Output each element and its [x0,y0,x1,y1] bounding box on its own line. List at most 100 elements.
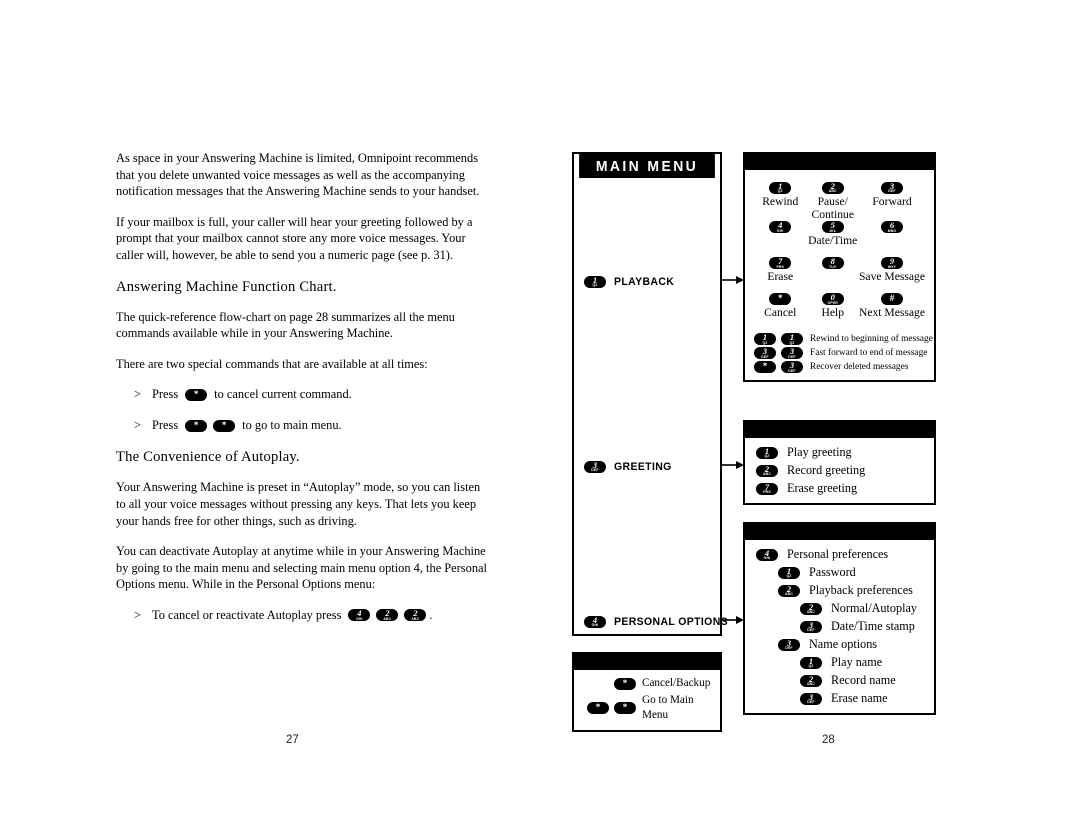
key-sublabel: DEF [888,189,896,194]
page-number-left: 27 [286,734,299,746]
main-menu-label-playback: PLAYBACK [614,276,675,288]
keypad-caption: Rewind [762,195,799,208]
option-label: Record name [831,673,896,687]
key-sublabel: ABC [807,609,815,614]
combo-keys: 3 DEF 3 DEF [754,346,803,360]
keypad-cell[interactable]: 6 MNO [859,220,925,257]
option-row[interactable]: 2 ABC Normal/Autoplay [800,601,927,616]
key-sublabel: GHI [763,555,771,560]
bullet-text-before: To cancel or reactivate Autoplay press [152,607,342,622]
keypad-cell[interactable]: 7 PRS Erase [754,256,806,293]
bullet-marker: > [134,418,141,433]
keypad-cell[interactable]: # Next Message [859,293,925,329]
keypad-cell[interactable]: * Cancel [754,293,806,329]
option-label: Normal/Autoplay [831,601,917,615]
key-2: 2 ABC [756,464,778,477]
combo-text: Rewind to beginning of message [810,334,933,345]
left-text-column: As space in your Answering Machine is li… [116,150,488,638]
option-row[interactable]: 1 QZ Password [778,565,927,580]
option-label: Erase greeting [787,481,858,495]
playback-combo-list: 1 QZ 1 QZ Rewind to beginning of message 3 DEF… [752,329,933,374]
key-1: 1 QZ [778,566,800,579]
key-1: 1 QZ [781,332,803,346]
key-3: 3 DEF [781,360,803,374]
key-digit: * [777,293,783,304]
bullet-toggle-autoplay: > To cancel or reactivate Autoplay press… [116,607,488,624]
main-menu-item-playback[interactable]: 1 QZ PLAYBACK [584,275,679,288]
key-4: 4 GHI [584,615,606,628]
key-sublabel: TUV [829,264,837,269]
keypad-cell[interactable]: 5 JKL Date/Time [806,220,859,257]
option-label: Play name [831,655,883,669]
key-3: 3 DEF [778,638,800,651]
key-sublabel: QZ [777,189,783,194]
option-row[interactable]: 3 DEF Erase name [800,691,927,706]
key-sublabel: PRS [776,264,785,269]
key-sublabel: QZ [592,283,598,288]
keypad-caption: Next Message [858,306,925,320]
key-sublabel: OPER [827,300,838,305]
bullet-marker: > [134,387,141,402]
option-row[interactable]: 3 DEF Date/Time stamp [800,619,927,634]
key-asterisk: * [769,293,792,306]
option-row[interactable]: 3 DEF Name options [778,637,927,652]
key-2: 2 ABC [376,608,399,622]
keypad-cell[interactable]: 9 WXY Save Message [859,256,925,293]
option-label: Record greeting [787,463,866,477]
body-paragraph: There are two special commands that are … [116,356,428,371]
option-label: Date/Time stamp [831,619,915,633]
bullet-text-before: Press [152,387,179,402]
bullet-go-main-menu: > Press * * to go to main menu. [116,417,488,434]
key-4: 4 GHI [769,220,792,234]
keypad-cell[interactable]: 1 QZ Rewind [754,181,806,221]
answering-machine-flowchart: MAIN MENU 1 QZ PLAYBACK 3 DEF GREETING 4 GH… [572,152,936,732]
main-menu-item-greeting[interactable]: 3 DEF GREETING [584,460,677,473]
key-sublabel: QZ [789,340,795,345]
main-menu-item-personal-options[interactable]: 4 GHI PERSONAL OPTIONS [584,615,738,628]
key-asterisk: * [614,702,636,714]
legend-row-go-to-main-menu: * * Go to Main Menu [580,693,714,723]
key-sublabel: ABC [411,616,420,621]
playback-submenu-header-bar [745,154,934,170]
key-3: 3 DEF [800,620,822,633]
keypad-cell[interactable]: 8 TUV [806,256,859,293]
combo-row: 3 DEF 3 DEF Fast forward to end of message [754,346,927,360]
option-row[interactable]: 1 QZ Play greeting [756,445,927,460]
key-digit: # [889,293,895,304]
key-sublabel: QZ [786,573,792,578]
bullet-text-after: to cancel current command. [214,387,352,402]
combo-keys: * 3 DEF [754,360,803,374]
key-3: 3 DEF [754,346,776,360]
keypad-caption: Cancel [764,306,797,320]
keypad-cell[interactable]: 0 OPER Help [806,292,859,329]
key-sublabel: DEF [788,354,796,359]
option-row[interactable]: 2 ABC Playback preferences [778,583,927,598]
key-asterisk: * [185,419,208,432]
option-label: Name options [809,637,878,651]
keypad-caption: Forward [872,195,912,208]
option-row[interactable]: 2 ABC Record greeting [756,463,927,478]
key-sublabel: GHI [591,623,599,628]
key-sublabel: ABC [763,471,771,476]
key-sublabel: ABC [807,681,815,686]
option-row[interactable]: 7 PRS Erase greeting [756,481,927,496]
option-label: Erase name [831,691,888,705]
key-3: 3 DEF [781,346,803,360]
keypad-cell[interactable]: 3 DEF Forward [859,181,925,221]
key-sublabel: GHI [776,228,784,233]
bullet-text-after: . [429,607,433,622]
option-row[interactable]: 4 GHI Personal preferences [756,547,927,562]
key-sublabel: QZ [764,453,770,458]
key-pound: # [880,293,903,306]
keypad-cell[interactable]: 4 GHI [754,220,806,257]
option-row[interactable]: 2 ABC Record name [800,673,927,688]
key-asterisk: * [587,702,609,714]
keypad-cell[interactable]: 2 ABC Pause/Continue [806,181,859,221]
body-paragraph: You can deactivate Autoplay at anytime w… [116,544,487,592]
key-sublabel: DEF [761,354,769,359]
main-menu-label-personal-options: PERSONAL OPTIONS [614,616,729,628]
connector-arrow-personal-options [722,616,744,624]
main-menu-label-greeting: GREETING [614,461,672,473]
option-row[interactable]: 1 QZ Play name [800,655,927,670]
legend-box: * Cancel/Backup * * Go to Main Menu [572,652,722,732]
